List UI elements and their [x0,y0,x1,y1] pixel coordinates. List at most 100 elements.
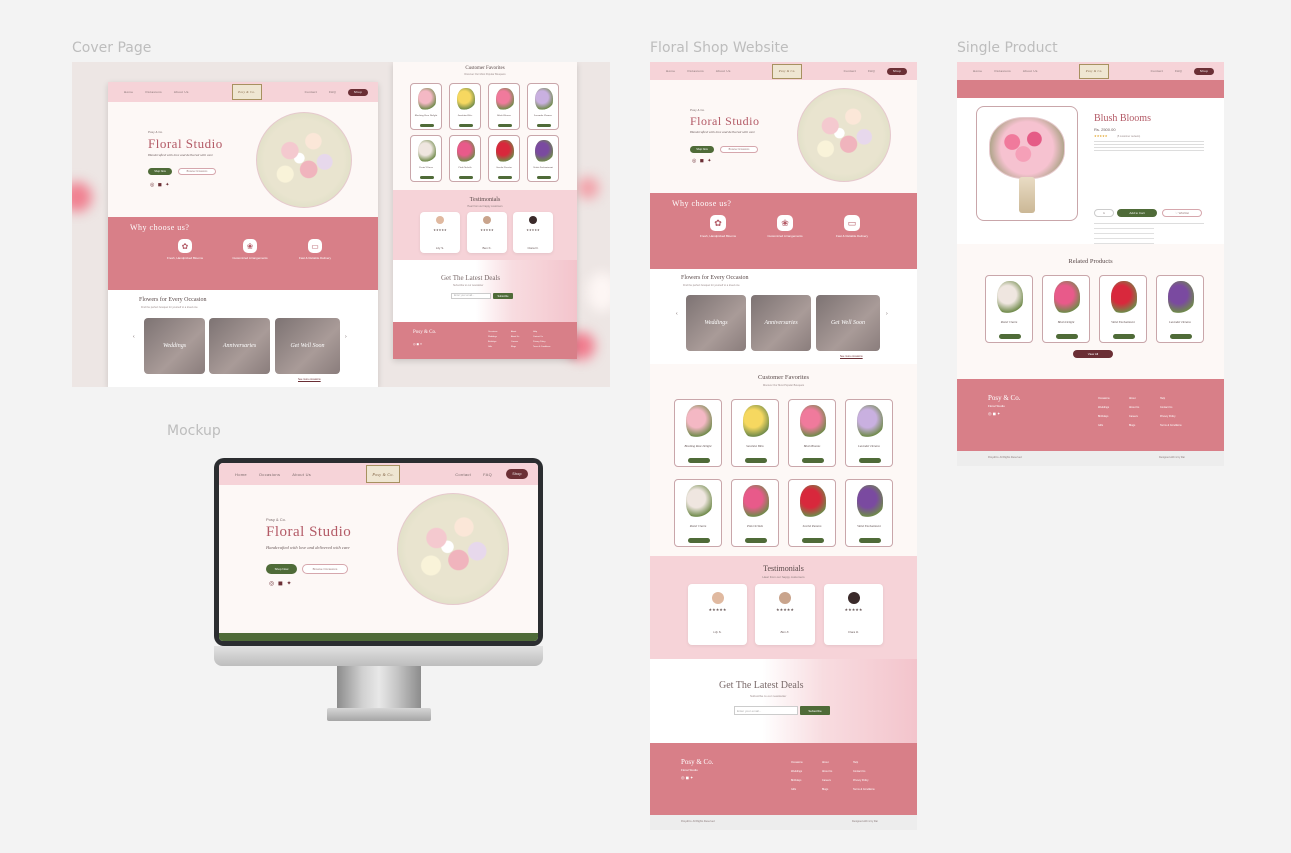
nav-contact[interactable]: Contact [1151,69,1163,73]
logo[interactable]: Posy & Co. [231,84,262,100]
nav-home[interactable]: Home [973,69,982,73]
nav-about[interactable]: About Us [716,69,731,73]
product-card[interactable]: Blushing Rose Delight [674,399,722,467]
nav-occasions[interactable]: Occasions [994,69,1011,73]
add-to-cart-button[interactable] [745,538,767,543]
footer-social-icons[interactable]: ◎ ◼ ✦ [988,411,1000,416]
add-to-cart-button[interactable] [419,176,435,180]
view-all-button[interactable]: View All [1073,350,1113,358]
product-card[interactable]: Pink Orchids [731,479,779,547]
product-card[interactable]: Blush Blooms [788,399,836,467]
subscribe-button[interactable]: Subscribe [493,293,513,299]
add-to-cart-button[interactable]: Add to Cart [1117,209,1157,217]
prev-arrow[interactable]: ‹ [676,311,678,317]
nav-contact[interactable]: Contact [455,472,471,477]
see-more-link[interactable]: See more occasions [840,355,863,358]
nav-about[interactable]: About Us [1023,69,1038,73]
prev-arrow[interactable]: ‹ [133,334,135,340]
nav-home[interactable]: Home [235,472,247,477]
nav-faq[interactable]: FAQ [483,472,492,477]
add-to-cart-button[interactable] [745,458,767,463]
product-card[interactable]: Pastel Charm [410,135,442,182]
occasion-card[interactable]: Weddings [686,295,746,351]
nav-faq[interactable]: FAQ [329,90,336,94]
product-card[interactable]: Lavender Dreams [845,399,893,467]
subscribe-button[interactable]: Subscribe [800,706,830,715]
product-card[interactable]: Sunshine Bliss [449,83,481,130]
add-to-cart-button[interactable] [999,334,1021,339]
occasion-card[interactable]: Anniversaries [209,318,270,374]
nav-contact[interactable]: Contact [305,90,317,94]
product-card[interactable]: Pastel Charm [674,479,722,547]
product-card[interactable]: Violet Enchantment [845,479,893,547]
occasion-card[interactable]: Get Well Soon [816,295,880,351]
footer-social-icons[interactable]: ◎ ◼ ✦ [681,775,693,780]
logo[interactable]: Posy & Co. [1079,63,1110,79]
wishlist-button[interactable]: ♡ Wishlist [1162,209,1202,217]
next-arrow[interactable]: › [886,311,888,317]
social-icons[interactable]: ◎ ◼ ✦ [269,580,293,587]
add-to-cart-button[interactable] [497,124,513,128]
shop-now-button[interactable]: Shop Now [266,564,297,574]
shop-button[interactable]: Shop [348,88,368,96]
add-to-cart-button[interactable] [859,538,881,543]
browse-occasions-button[interactable]: Browse Occasions [178,168,216,175]
add-to-cart-button[interactable] [859,458,881,463]
nav-about[interactable]: About Us [174,90,189,94]
social-icons[interactable]: ◎ ◼ ✦ [692,158,712,164]
add-to-cart-button[interactable] [802,458,824,463]
nav-faq[interactable]: FAQ [868,69,875,73]
nav-home[interactable]: Home [124,90,133,94]
occasion-card[interactable]: Get Well Soon [275,318,340,374]
add-to-cart-button[interactable] [1056,334,1078,339]
add-to-cart-button[interactable] [536,176,552,180]
product-card[interactable]: Pink Orchids [449,135,481,182]
product-card[interactable]: Scarlet Passion [488,135,520,182]
browse-occasions-button[interactable]: Browse Occasions [302,564,348,574]
add-to-cart-button[interactable] [802,538,824,543]
occasion-card[interactable]: Weddings [144,318,205,374]
logo[interactable]: Posy & Co. [366,465,401,483]
see-more-link[interactable]: See more occasions [298,378,321,381]
shop-now-button[interactable]: Shop Now [690,146,714,153]
next-arrow[interactable]: › [345,334,347,340]
nav-about[interactable]: About Us [292,472,311,477]
nav-faq[interactable]: FAQ [1175,69,1182,73]
nav-occasions[interactable]: Occasions [259,472,280,477]
email-input[interactable]: Enter your email... [734,706,798,715]
shop-button[interactable]: Shop [506,469,528,479]
occasion-card[interactable]: Anniversaries [751,295,811,351]
add-to-cart-button[interactable] [688,458,710,463]
add-to-cart-button[interactable] [1113,334,1135,339]
product-card[interactable]: Scarlet Passion [788,479,836,547]
nav-occasions[interactable]: Occasions [145,90,162,94]
add-to-cart-button[interactable] [688,538,710,543]
social-icons[interactable]: ◎ ◼ ✦ [150,182,170,188]
browse-occasions-button[interactable]: Browse Occasions [720,146,758,153]
add-to-cart-button[interactable] [497,176,513,180]
add-to-cart-button[interactable] [1170,334,1192,339]
review-count[interactable]: (5 customer reviews) [1117,135,1140,138]
add-to-cart-button[interactable] [536,124,552,128]
product-card[interactable]: Lavender Dreams [527,83,559,130]
product-card[interactable]: Blush Delight [1042,275,1090,343]
product-card[interactable]: Blushing Rose Delight [410,83,442,130]
footer-social-icons[interactable]: ◎ ◼ ✦ [413,342,422,346]
shop-button[interactable]: Shop [887,67,907,75]
product-card[interactable]: Pastel Charm [985,275,1033,343]
quantity-stepper[interactable]: 1 [1094,209,1114,217]
add-to-cart-button[interactable] [419,124,435,128]
add-to-cart-button[interactable] [458,176,474,180]
email-input[interactable]: Enter your email... [451,293,491,299]
product-card[interactable]: Violet Enchantment [1099,275,1147,343]
shop-button[interactable]: Shop [1194,67,1214,75]
product-card[interactable]: Lavender Dreams [1156,275,1204,343]
shop-now-button[interactable]: Shop Now [148,168,172,175]
product-card[interactable]: Violet Enchantment [527,135,559,182]
product-card[interactable]: Blush Blooms [488,83,520,130]
nav-home[interactable]: Home [666,69,675,73]
add-to-cart-button[interactable] [458,124,474,128]
logo[interactable]: Posy & Co. [772,63,803,79]
nav-contact[interactable]: Contact [844,69,856,73]
product-card[interactable]: Sunshine Bliss [731,399,779,467]
